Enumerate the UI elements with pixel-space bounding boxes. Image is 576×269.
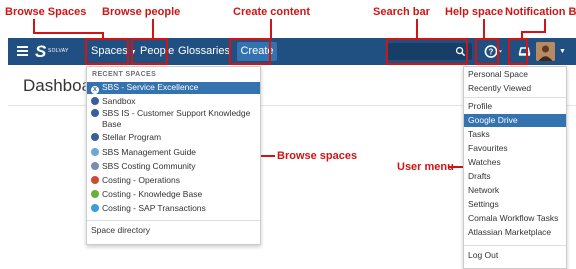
space-item-label: Stellar Program	[102, 132, 162, 142]
annotation-help-space: Help space	[445, 6, 504, 18]
annotation-connector	[483, 19, 485, 38]
user-menu-chevron-icon[interactable]: ▼	[559, 38, 566, 65]
user-avatar-icon	[536, 42, 555, 61]
solvay-logo-mark[interactable]: S	[35, 42, 46, 61]
user-menu-item[interactable]: Favourites	[464, 143, 566, 154]
space-x-icon: x	[91, 86, 99, 94]
highlight-notification	[508, 38, 528, 65]
user-menu-item[interactable]: Atlassian Marketplace	[464, 227, 566, 238]
space-item[interactable]: Costing - Knowledge Base	[87, 189, 260, 200]
annotation-connector	[521, 31, 546, 33]
space-item-label: SBS IS - Customer Support Knowledge	[102, 108, 251, 118]
space-people-icon	[91, 162, 99, 170]
user-menu-item[interactable]: Personal Space	[464, 69, 566, 80]
menu-divider	[464, 97, 566, 98]
space-item[interactable]: Costing - SAP Transactions	[87, 203, 260, 214]
space-item-label: SBS - Service Excellence	[102, 82, 199, 92]
user-menu-item[interactable]: Tasks	[464, 129, 566, 140]
annotation-browse-people: Browse people	[102, 6, 181, 18]
space-item[interactable]: Sandbox	[87, 96, 260, 107]
menu-divider	[464, 245, 566, 246]
annotation-search-bar: Search bar	[373, 6, 430, 18]
annotation-create-content: Create content	[233, 6, 311, 18]
space-item-label: Costing - Operations	[102, 175, 180, 185]
space-x-icon	[91, 133, 99, 141]
space-globe-icon	[91, 148, 99, 156]
space-item-continuation[interactable]: Base	[87, 119, 260, 130]
annotation-connector	[449, 166, 463, 168]
menu-divider	[87, 220, 260, 221]
glossaries-link[interactable]: Glossaries	[178, 38, 230, 65]
highlight-help	[475, 38, 499, 65]
highlight-people	[131, 38, 168, 65]
user-menu-item[interactable]: Watches	[464, 157, 566, 168]
space-item-label: SBS Costing Community	[102, 161, 196, 171]
annotation-connector	[33, 19, 35, 33]
space-item[interactable]: SBS Costing Community	[87, 161, 260, 172]
screenshot-stage: Browse Spaces Browse people Create conte…	[0, 0, 576, 269]
user-avatar[interactable]	[536, 42, 555, 61]
space-x-icon	[91, 97, 99, 105]
annotation-user-menu: User menu	[397, 161, 454, 173]
user-menu-item[interactable]: Google Drive	[464, 114, 566, 127]
highlight-search	[386, 38, 468, 65]
annotation-connector	[152, 19, 154, 38]
user-dropdown-menu: Personal Space Recently Viewed Profile G…	[463, 66, 567, 269]
user-menu-item[interactable]: Comala Workflow Tasks	[464, 213, 566, 224]
annotation-connector	[521, 31, 523, 38]
user-menu-item[interactable]: Profile	[464, 101, 566, 112]
annotation-browse-spaces-side: Browse spaces	[277, 150, 358, 162]
annotation-connector	[270, 19, 272, 38]
annotation-connector	[416, 19, 418, 38]
log-out-item[interactable]: Log Out	[464, 250, 566, 261]
space-directory-link[interactable]: Space directory	[87, 225, 260, 236]
space-item-label: Costing - SAP Transactions	[102, 203, 206, 213]
solvay-logo-text[interactable]: SOLVAY	[48, 48, 69, 55]
space-item[interactable]: Stellar Program	[87, 132, 260, 143]
space-item[interactable]: SBS IS - Customer Support Knowledge	[87, 108, 260, 119]
user-menu-item[interactable]: Drafts	[464, 171, 566, 182]
space-item-label: SBS Management Guide	[102, 147, 197, 157]
space-item[interactable]: x SBS - Service Excellence	[87, 82, 260, 94]
highlight-create	[229, 38, 271, 65]
annotation-connector	[261, 155, 275, 157]
space-cube-icon	[91, 204, 99, 212]
user-menu-item[interactable]: Network	[464, 185, 566, 196]
user-menu-item[interactable]: Recently Viewed	[464, 83, 566, 94]
annotation-browse-spaces: Browse Spaces	[5, 6, 87, 18]
hamburger-icon[interactable]	[17, 46, 28, 57]
space-item-label: Sandbox	[102, 96, 136, 106]
space-gear-icon	[91, 176, 99, 184]
spaces-dropdown-menu: RECENT SPACES x SBS - Service Excellence …	[86, 66, 261, 245]
space-item-label: Costing - Knowledge Base	[102, 189, 203, 199]
highlight-spaces	[85, 38, 129, 65]
space-leaf-icon	[91, 190, 99, 198]
annotation-connector	[33, 32, 103, 34]
annotation-notification-box: Notification Box	[505, 6, 576, 18]
space-item[interactable]: SBS Management Guide	[87, 147, 260, 158]
recent-spaces-heading: RECENT SPACES	[92, 71, 157, 78]
user-menu-item[interactable]: Settings	[464, 199, 566, 210]
space-x-icon	[91, 109, 99, 117]
space-item[interactable]: Costing - Operations	[87, 175, 260, 186]
